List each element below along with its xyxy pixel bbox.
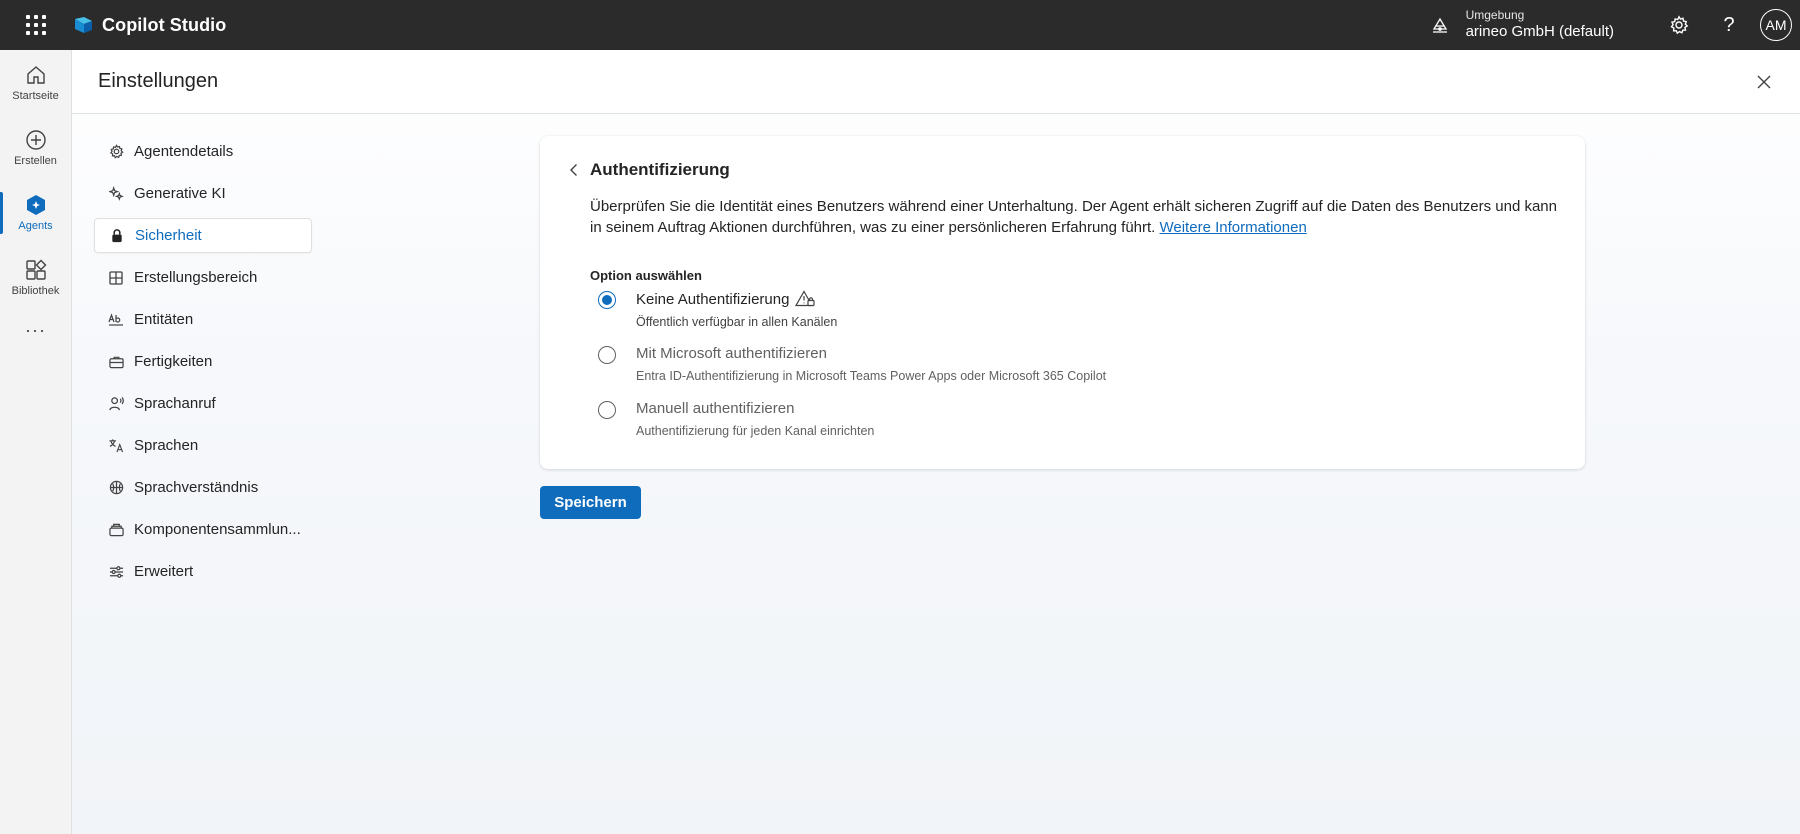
nav-label: Erstellungsbereich bbox=[134, 269, 258, 286]
learn-more-link[interactable]: Weitere Informationen bbox=[1160, 219, 1307, 236]
sparkle-icon bbox=[108, 186, 124, 202]
translate-icon bbox=[108, 438, 124, 454]
nav-label: Komponentensammlun... bbox=[134, 521, 301, 538]
environment-value: arineo GmbH (default) bbox=[1465, 23, 1614, 41]
rail-label: Agents bbox=[18, 219, 53, 232]
main-panel: Einstellungen Agentendetails Generative … bbox=[72, 50, 1800, 834]
card-title: Authentifizierung bbox=[590, 160, 730, 179]
nav-item-erweitert[interactable]: Erweitert bbox=[94, 554, 312, 589]
nav-label: Sprachen bbox=[134, 437, 199, 454]
help-button[interactable]: ? bbox=[1704, 0, 1754, 50]
environment-picker[interactable]: Umgebung arineo GmbH (default) bbox=[1430, 9, 1614, 40]
user-avatar[interactable]: AM bbox=[1760, 9, 1792, 41]
rail-label: Erstellen bbox=[14, 154, 57, 167]
nav-label: Fertigkeiten bbox=[134, 353, 213, 370]
rail-item-startseite[interactable]: Startseite bbox=[0, 50, 71, 115]
person-voice-icon bbox=[108, 396, 124, 412]
nav-item-sprachen[interactable]: Sprachen bbox=[94, 428, 312, 463]
option-microsoft-auth[interactable]: Mit Microsoft authentifizieren Entra ID-… bbox=[598, 345, 1106, 383]
radio-microsoft-auth[interactable] bbox=[598, 346, 616, 364]
nav-item-erstellungsbereich[interactable]: Erstellungsbereich bbox=[94, 260, 312, 295]
close-button[interactable] bbox=[1752, 70, 1776, 94]
sliders-icon bbox=[108, 564, 124, 580]
nav-label: Erweitert bbox=[134, 563, 194, 580]
brain-icon bbox=[108, 480, 124, 496]
nav-label: Sprachanruf bbox=[134, 395, 216, 412]
chevron-left-icon bbox=[570, 164, 577, 176]
waffle-icon bbox=[26, 15, 46, 35]
save-button[interactable]: Speichern bbox=[540, 486, 641, 519]
nav-label: Entitäten bbox=[134, 311, 194, 328]
page-title: Einstellungen bbox=[98, 70, 219, 92]
nav-item-sprachverstaendnis[interactable]: Sprachverständnis bbox=[94, 470, 312, 505]
more-icon[interactable]: ··· bbox=[0, 310, 71, 350]
nav-item-entitaeten[interactable]: Entitäten bbox=[94, 302, 312, 337]
lock-icon bbox=[109, 228, 125, 244]
nav-item-sicherheit[interactable]: Sicherheit bbox=[94, 218, 312, 253]
nav-item-generative-ki[interactable]: Generative KI bbox=[94, 176, 312, 211]
rail-label: Startseite bbox=[12, 89, 59, 102]
nav-label: Agentendetails bbox=[134, 143, 234, 160]
option-no-auth[interactable]: Keine Authentifizierung Öffentlich verfü… bbox=[598, 290, 837, 329]
copilot-studio-logo-icon bbox=[75, 17, 92, 33]
nav-item-agentendetails[interactable]: Agentendetails bbox=[94, 134, 312, 169]
grid-icon bbox=[108, 270, 124, 286]
nav-item-sprachanruf[interactable]: Sprachanruf bbox=[94, 386, 312, 421]
nav-item-fertigkeiten[interactable]: Fertigkeiten bbox=[94, 344, 312, 379]
rail-label: Bibliothek bbox=[11, 284, 60, 297]
app-launcher-button[interactable] bbox=[0, 0, 72, 50]
library-icon bbox=[25, 259, 46, 280]
option-description: Entra ID-Authentifizierung in Microsoft … bbox=[636, 369, 1107, 383]
help-icon: ? bbox=[1723, 13, 1735, 36]
rail-item-bibliothek[interactable]: Bibliothek bbox=[0, 245, 71, 310]
briefcase-icon bbox=[108, 354, 124, 370]
environment-label: Umgebung bbox=[1465, 8, 1525, 23]
text-ab-icon bbox=[108, 312, 124, 328]
back-button[interactable] bbox=[564, 160, 584, 180]
option-label: Keine Authentifizierung bbox=[636, 290, 790, 308]
top-bar: Copilot Studio Umgebung arineo GmbH (def… bbox=[0, 0, 1800, 50]
rail-item-erstellen[interactable]: Erstellen bbox=[0, 115, 71, 180]
option-label: Manuell authentifizieren bbox=[636, 400, 795, 417]
settings-button[interactable] bbox=[1654, 0, 1704, 50]
nav-label: Sicherheit bbox=[135, 227, 202, 244]
left-rail: Startseite Erstellen Agents Bibliothek ·… bbox=[0, 50, 72, 834]
add-circle-icon bbox=[25, 129, 46, 150]
app-title: Copilot Studio bbox=[102, 14, 227, 35]
rail-item-agents[interactable]: Agents bbox=[0, 180, 71, 245]
agents-icon bbox=[26, 194, 45, 215]
authentication-card: Authentifizierung Überprüfen Sie die Ide… bbox=[540, 136, 1585, 469]
warning-lock-icon bbox=[795, 290, 816, 307]
option-heading: Option auswählen bbox=[590, 268, 702, 283]
environment-globe-icon bbox=[1432, 17, 1447, 33]
gear-icon bbox=[108, 144, 124, 160]
home-icon bbox=[26, 65, 45, 84]
description-text: Überprüfen Sie die Identität eines Benut… bbox=[590, 198, 1557, 236]
radio-manual-auth[interactable] bbox=[598, 401, 616, 419]
option-description: Authentifizierung für jeden Kanal einric… bbox=[636, 424, 875, 438]
option-manual-auth[interactable]: Manuell authentifizieren Authentifizieru… bbox=[598, 400, 874, 438]
gear-icon bbox=[1670, 15, 1689, 35]
card-description: Überprüfen Sie die Identität eines Benut… bbox=[590, 196, 1570, 238]
radio-no-auth[interactable] bbox=[598, 291, 616, 309]
close-icon bbox=[1757, 75, 1771, 89]
option-description: Öffentlich verfügbar in allen Kanälen bbox=[636, 315, 838, 329]
option-label: Mit Microsoft authentifizieren bbox=[636, 345, 827, 362]
nav-label: Generative KI bbox=[134, 185, 226, 202]
brand[interactable]: Copilot Studio bbox=[72, 15, 226, 36]
box-icon bbox=[108, 522, 124, 538]
nav-item-komponentensammlungen[interactable]: Komponentensammlun... bbox=[94, 512, 312, 547]
page-header: Einstellungen bbox=[72, 50, 1800, 114]
settings-nav: Agentendetails Generative KI Sicherheit … bbox=[94, 134, 312, 596]
nav-label: Sprachverständnis bbox=[134, 479, 259, 496]
